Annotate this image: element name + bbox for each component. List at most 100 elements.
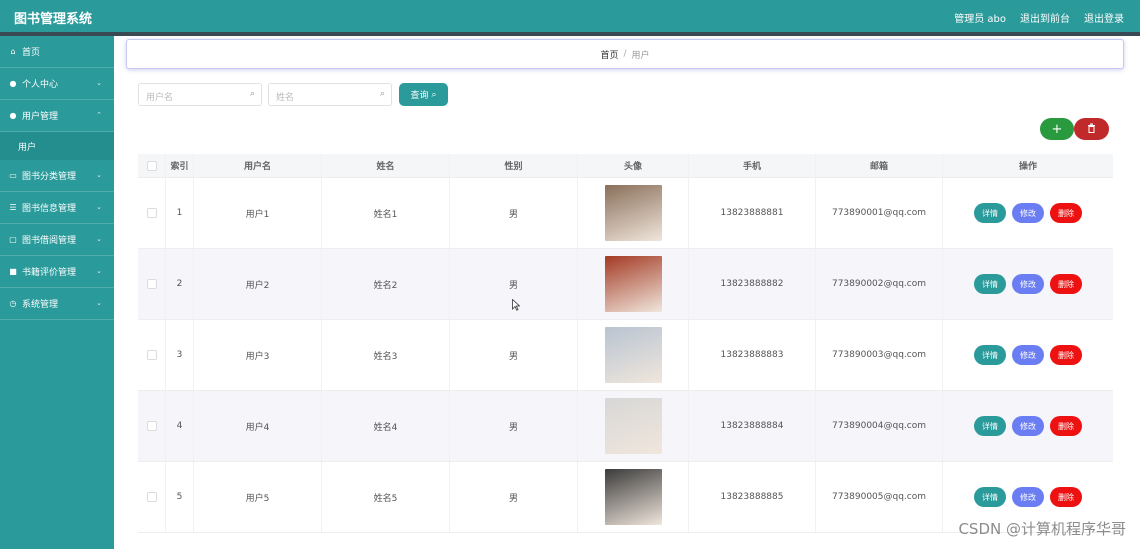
- chevron-down-icon: ⌄: [96, 79, 102, 87]
- sidebar-item-home[interactable]: ⌂ 首页: [0, 36, 114, 68]
- avatar-cell: [578, 391, 689, 461]
- row-gender: 男: [450, 462, 578, 532]
- row-phone: 13823888883: [689, 320, 816, 390]
- edit-button[interactable]: 修改: [1012, 416, 1044, 436]
- watermark: CSDN @计算机程序华哥: [958, 520, 1126, 538]
- detail-button[interactable]: 详情: [974, 274, 1006, 294]
- avatar-cell: [578, 178, 689, 248]
- row-email: 773890002@qq.com: [816, 249, 943, 319]
- delete-button[interactable]: 删除: [1050, 203, 1082, 223]
- detail-button[interactable]: 详情: [974, 203, 1006, 223]
- edit-button[interactable]: 修改: [1012, 203, 1044, 223]
- column-header: 用户名: [194, 154, 322, 177]
- edit-button[interactable]: 修改: [1012, 487, 1044, 507]
- delete-button[interactable]: 删除: [1050, 416, 1082, 436]
- batch-delete-button[interactable]: [1074, 118, 1109, 140]
- row-checkbox[interactable]: [138, 391, 166, 461]
- row-checkbox[interactable]: [138, 178, 166, 248]
- sidebar-item-user-management[interactable]: ● 用户管理 ⌃: [0, 100, 114, 132]
- row-username: 用户3: [194, 320, 322, 390]
- sidebar-item-book-info[interactable]: ☰ 图书信息管理 ⌄: [0, 192, 114, 224]
- sidebar-item-book-review[interactable]: ■ 书籍评价管理 ⌄: [0, 256, 114, 288]
- sidebar-item-label: 个人中心: [22, 80, 59, 90]
- logout-link[interactable]: 退出登录: [1084, 10, 1124, 25]
- row-index: 2: [166, 249, 194, 319]
- sidebar-item-profile[interactable]: ● 个人中心 ⌄: [0, 68, 114, 100]
- row-email: 773890001@qq.com: [816, 178, 943, 248]
- user-icon: ●: [9, 111, 17, 120]
- admin-user-label[interactable]: 管理员 abo: [954, 10, 1006, 25]
- list-icon: ☰: [9, 203, 17, 212]
- query-button[interactable]: 查询 ⌕: [399, 83, 448, 106]
- row-gender: 男: [450, 320, 578, 390]
- delete-button[interactable]: 删除: [1050, 274, 1082, 294]
- table-row: 3 用户3 姓名3 男 13823888883 773890003@qq.com…: [138, 320, 1113, 391]
- detail-button[interactable]: 详情: [974, 345, 1006, 365]
- breadcrumb-home[interactable]: 首页: [600, 48, 618, 61]
- column-header: 手机: [689, 154, 816, 177]
- column-header: 性别: [450, 154, 578, 177]
- row-username: 用户5: [194, 462, 322, 532]
- column-header: 邮箱: [816, 154, 943, 177]
- home-icon: ⌂: [10, 47, 16, 56]
- table-header: 索引 用户名 姓名 性别 头像 手机 邮箱 操作: [138, 154, 1113, 178]
- row-username: 用户4: [194, 391, 322, 461]
- exit-to-frontend-link[interactable]: 退出到前台: [1020, 10, 1070, 25]
- delete-button[interactable]: 删除: [1050, 487, 1082, 507]
- mouse-cursor-icon: [512, 299, 520, 311]
- row-checkbox[interactable]: [138, 320, 166, 390]
- main-content: 首页 / 用户 用户名 ⌕ 姓名 ⌕ 查询 ⌕ + 索引 用户名 姓名 性别 头…: [114, 36, 1140, 549]
- add-button[interactable]: +: [1040, 118, 1074, 140]
- sidebar-item-label: 书籍评价管理: [22, 268, 77, 278]
- detail-button[interactable]: 详情: [974, 416, 1006, 436]
- sidebar-item-book-category[interactable]: ▭ 图书分类管理 ⌄: [0, 160, 114, 192]
- row-phone: 13823888881: [689, 178, 816, 248]
- edit-button[interactable]: 修改: [1012, 274, 1044, 294]
- sidebar-subitem-users[interactable]: 用户: [0, 132, 114, 160]
- sidebar-item-label: 图书分类管理: [22, 172, 77, 182]
- row-index: 4: [166, 391, 194, 461]
- delete-button[interactable]: 删除: [1050, 345, 1082, 365]
- sidebar-item-label: 系统管理: [22, 300, 59, 310]
- row-name: 姓名2: [322, 249, 450, 319]
- sidebar-item-book-borrow[interactable]: ▢ 图书借阅管理 ⌄: [0, 224, 114, 256]
- row-index: 3: [166, 320, 194, 390]
- table-row: 2 用户2 姓名2 男 13823888882 773890002@qq.com…: [138, 249, 1113, 320]
- table-row: 4 用户4 姓名4 男 13823888884 773890004@qq.com…: [138, 391, 1113, 462]
- name-search-input[interactable]: 姓名 ⌕: [268, 83, 392, 106]
- avatar-cell: [578, 249, 689, 319]
- row-phone: 13823888884: [689, 391, 816, 461]
- search-icon: ⌕: [379, 89, 385, 99]
- row-index: 5: [166, 462, 194, 532]
- row-checkbox[interactable]: [138, 462, 166, 532]
- sidebar-item-label: 首页: [22, 48, 41, 58]
- category-icon: ▭: [9, 171, 17, 180]
- chevron-down-icon: ⌄: [96, 299, 102, 307]
- top-actions: 管理员 abo 退出到前台 退出登录: [954, 10, 1124, 25]
- sidebar: ⌂ 首页 ● 个人中心 ⌄ ● 用户管理 ⌃ 用户 ▭ 图书分类管理 ⌄ ☰ 图…: [0, 36, 114, 549]
- username-placeholder: 用户名: [146, 93, 174, 103]
- detail-button[interactable]: 详情: [974, 487, 1006, 507]
- top-navbar: 图书管理系统 管理员 abo 退出到前台 退出登录: [0, 0, 1140, 32]
- select-all-checkbox[interactable]: [138, 154, 166, 177]
- row-name: 姓名1: [322, 178, 450, 248]
- row-checkbox[interactable]: [138, 249, 166, 319]
- user-icon: ●: [9, 79, 17, 88]
- chevron-down-icon: ⌄: [96, 267, 102, 275]
- row-name: 姓名4: [322, 391, 450, 461]
- avatar-cell: [578, 320, 689, 390]
- breadcrumb: 首页 / 用户: [126, 39, 1124, 69]
- query-label: 查询: [410, 91, 429, 101]
- row-phone: 13823888885: [689, 462, 816, 532]
- row-phone: 13823888882: [689, 249, 816, 319]
- sidebar-item-system[interactable]: ◷ 系统管理 ⌄: [0, 288, 114, 320]
- edit-button[interactable]: 修改: [1012, 345, 1044, 365]
- chevron-up-icon: ⌃: [96, 111, 102, 119]
- sidebar-item-label: 图书信息管理: [22, 204, 77, 214]
- avatar: [604, 398, 662, 454]
- search-icon: ⌕: [431, 89, 437, 100]
- username-search-input[interactable]: 用户名 ⌕: [138, 83, 262, 106]
- row-actions: 详情 修改 删除: [943, 320, 1113, 390]
- review-icon: ■: [9, 267, 17, 276]
- breadcrumb-separator: /: [623, 49, 627, 59]
